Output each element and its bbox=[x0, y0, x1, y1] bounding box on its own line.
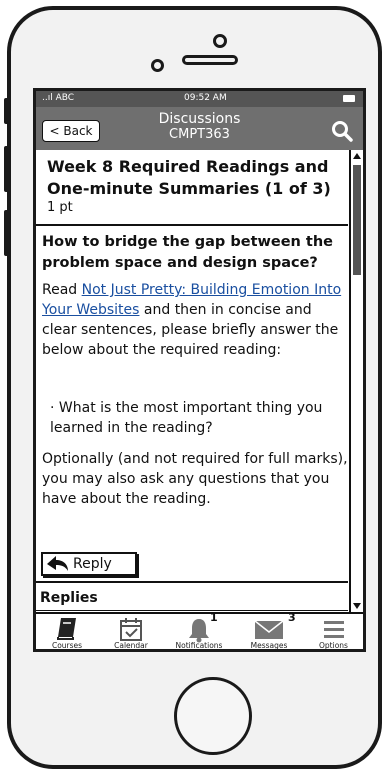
bell-icon bbox=[189, 619, 209, 643]
optional-note: Optionally (and not required for full ma… bbox=[42, 451, 348, 507]
scroll-thumb[interactable] bbox=[353, 165, 361, 275]
reply-button[interactable]: Reply bbox=[41, 552, 137, 576]
scroll-down-arrow[interactable] bbox=[353, 603, 361, 609]
tab-options[interactable]: Options bbox=[304, 614, 363, 650]
volume-down-button bbox=[4, 210, 10, 256]
tab-label: Options bbox=[319, 641, 348, 650]
calendar-icon bbox=[120, 618, 142, 641]
battery-icon bbox=[343, 95, 355, 102]
book-icon bbox=[57, 618, 76, 640]
bullet-item: · What is the most important thing you l… bbox=[50, 400, 323, 436]
screen: ..ıl ABC 09:52 AM < Back Discussions CMP… bbox=[33, 88, 366, 652]
messages-badge: 3 bbox=[288, 611, 296, 624]
tab-label: Notifications bbox=[175, 641, 223, 650]
post-intro: Read Not Just Pretty: Building Emotion I… bbox=[42, 280, 348, 360]
nav-title: Discussions bbox=[158, 111, 241, 127]
volume-up-button bbox=[4, 146, 10, 192]
nav-subtitle: CMPT363 bbox=[169, 127, 230, 142]
search-icon[interactable] bbox=[331, 120, 353, 142]
proximity-sensor bbox=[151, 59, 164, 72]
tab-label: Courses bbox=[51, 641, 83, 650]
intro-text: Read bbox=[42, 282, 82, 298]
tab-label: Messages bbox=[250, 641, 288, 650]
envelope-icon bbox=[254, 620, 284, 639]
tab-notifications[interactable]: 1 Notifications bbox=[164, 611, 234, 650]
status-time: 09:52 AM bbox=[184, 93, 227, 103]
carrier-signal: ..ıl ABC bbox=[42, 93, 75, 103]
scroll-up-arrow[interactable] bbox=[353, 153, 361, 159]
divider bbox=[36, 610, 348, 611]
divider bbox=[36, 581, 348, 583]
post-question: How to bridge the gap between the proble… bbox=[42, 234, 334, 271]
home-button[interactable] bbox=[174, 677, 252, 755]
tab-label: Calendar bbox=[114, 641, 148, 650]
divider bbox=[36, 224, 348, 226]
status-bar: ..ıl ABC 09:52 AM bbox=[36, 91, 363, 107]
tab-messages[interactable]: 3 Messages bbox=[234, 611, 304, 650]
scrollbar[interactable] bbox=[349, 150, 363, 612]
earpiece-speaker bbox=[182, 55, 238, 65]
tab-courses[interactable]: Courses bbox=[36, 614, 98, 650]
notifications-badge: 1 bbox=[210, 611, 218, 624]
post-title: Week 8 Required Readings and One-minute … bbox=[47, 157, 331, 198]
menu-icon bbox=[323, 621, 344, 638]
mute-switch bbox=[4, 98, 10, 124]
replies-heading: Replies bbox=[40, 590, 98, 606]
reply-label: Reply bbox=[73, 556, 112, 572]
nav-bar: < Back Discussions CMPT363 bbox=[36, 107, 363, 150]
post-points: 1 pt bbox=[47, 200, 73, 215]
tab-bar: Courses Calendar 1 Notifications 3 Messa… bbox=[36, 611, 363, 650]
tab-calendar[interactable]: Calendar bbox=[98, 614, 164, 650]
post-content: Week 8 Required Readings and One-minute … bbox=[36, 150, 348, 612]
reply-arrow-icon bbox=[47, 556, 68, 571]
front-camera bbox=[213, 34, 227, 48]
